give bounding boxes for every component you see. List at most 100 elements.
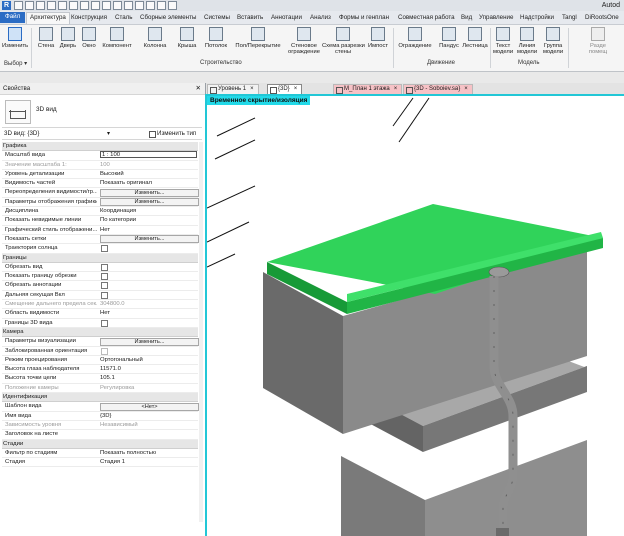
- property-row[interactable]: Имя вида {3D}: [2, 412, 198, 421]
- property-row[interactable]: Заголовок на листе: [2, 430, 198, 440]
- edit-type-button[interactable]: Изменить тип: [157, 130, 196, 137]
- property-section-header[interactable]: Камера: [2, 327, 198, 338]
- scale-input[interactable]: 1 : 100: [100, 151, 197, 159]
- property-row[interactable]: Границы 3D вида: [2, 319, 198, 328]
- revit-logo-icon[interactable]: R: [2, 1, 11, 10]
- close-icon[interactable]: ×: [250, 86, 254, 92]
- 3d-model-canvas[interactable]: [207, 96, 624, 536]
- roof-button[interactable]: Крыша: [175, 27, 199, 61]
- property-row[interactable]: Параметры отображения графики Изменить...: [2, 198, 199, 208]
- property-value[interactable]: 100: [100, 161, 110, 169]
- property-row[interactable]: Обрезать вид: [2, 263, 198, 273]
- view-tab-level-1[interactable]: Уровень 1 ×: [207, 84, 259, 94]
- chevron-down-icon[interactable]: ▾: [107, 130, 110, 137]
- property-value[interactable]: {3D}: [100, 412, 111, 420]
- property-value[interactable]: Показать полностью: [100, 449, 156, 457]
- curtain-grid-button[interactable]: Схема разрезки стены: [322, 27, 365, 61]
- property-value[interactable]: Стадия 1: [100, 458, 125, 466]
- property-section-header[interactable]: Границы: [2, 253, 198, 263]
- checkbox[interactable]: [101, 263, 108, 271]
- property-row[interactable]: Заблокированная ориентация: [2, 347, 198, 356]
- modify-button[interactable]: Изменить: [2, 27, 28, 61]
- tab-architecture[interactable]: Архитектура: [26, 12, 70, 24]
- tab-collaborate[interactable]: Совместная работа: [398, 13, 455, 23]
- property-row[interactable]: Область видимости Нет: [2, 309, 198, 319]
- close-icon[interactable]: ×: [464, 86, 468, 92]
- properties-scrollbar[interactable]: [199, 142, 203, 522]
- property-value[interactable]: 304800.0: [100, 300, 125, 308]
- edit-button[interactable]: Изменить...: [100, 235, 199, 244]
- switch-windows-icon[interactable]: [168, 1, 177, 10]
- tab-addins[interactable]: Надстройки: [520, 13, 554, 23]
- view-tab-3d-user[interactable]: {3D - Soboiev.sa} ×: [403, 84, 473, 94]
- property-value[interactable]: По категории: [100, 216, 136, 224]
- wall-button[interactable]: Стена: [35, 27, 57, 61]
- property-row[interactable]: Показать невидимые линии По категории: [2, 216, 198, 226]
- property-value[interactable]: Независимый: [100, 421, 138, 429]
- tab-steel[interactable]: Сталь: [115, 13, 133, 23]
- property-value[interactable]: Высокий: [100, 170, 124, 178]
- property-row[interactable]: Обрезать аннотации: [2, 281, 198, 291]
- tab-analyze[interactable]: Анализ: [310, 13, 331, 23]
- property-row[interactable]: Видимость частей Показать оригинал: [2, 179, 198, 189]
- property-section-header[interactable]: Стадии: [2, 439, 198, 449]
- text-icon[interactable]: [113, 1, 122, 10]
- model-group-button[interactable]: Группа модели: [540, 27, 566, 61]
- edit-button[interactable]: <Нет>: [100, 402, 199, 411]
- redo-icon[interactable]: [58, 1, 67, 10]
- checkbox[interactable]: [101, 347, 108, 355]
- undo-icon[interactable]: [47, 1, 56, 10]
- tab-systems[interactable]: Системы: [204, 13, 230, 23]
- tab-structure[interactable]: Конструкция: [71, 13, 107, 23]
- 3d-view-icon[interactable]: [124, 1, 133, 10]
- section-icon[interactable]: [135, 1, 144, 10]
- door-button[interactable]: Дверь: [58, 27, 78, 61]
- tab-tangl[interactable]: Tangl: [562, 13, 577, 23]
- property-row[interactable]: Высота точки цели 105.1: [2, 374, 198, 384]
- property-row[interactable]: Смещение дальнего предела сек... 304800.0: [2, 300, 198, 310]
- property-row[interactable]: Положение камеры Регулировка: [2, 384, 198, 394]
- tab-annotate[interactable]: Аннотации: [271, 13, 302, 23]
- edit-button[interactable]: Изменить...: [100, 188, 199, 197]
- edit-button[interactable]: Изменить...: [100, 337, 199, 346]
- room-separator-button[interactable]: Разде помещ: [574, 27, 622, 61]
- property-value[interactable]: Ортогональный: [100, 356, 143, 364]
- stair-button[interactable]: Лестница: [461, 27, 489, 61]
- tab-file[interactable]: Файл: [0, 12, 26, 23]
- thin-lines-icon[interactable]: [146, 1, 155, 10]
- close-windows-icon[interactable]: [157, 1, 166, 10]
- property-row[interactable]: Шаблон вида <Нет>: [2, 402, 199, 412]
- edit-button[interactable]: Изменить...: [100, 198, 199, 207]
- tab-insert[interactable]: Вставить: [237, 13, 263, 23]
- property-value[interactable]: Координация: [100, 207, 136, 215]
- floor-button[interactable]: Пол/Перекрытие: [232, 27, 284, 61]
- panel-select-label[interactable]: Выбор ▾: [4, 60, 27, 67]
- property-row[interactable]: Фильтр по стадиям Показать полностью: [2, 449, 198, 459]
- property-row[interactable]: Показать границу обрезки: [2, 272, 198, 282]
- curtain-system-button[interactable]: Стеновое ограждение: [287, 27, 321, 61]
- mullion-button[interactable]: Импост: [366, 27, 390, 61]
- view-tab-floor-plan[interactable]: М_План 1 этажа ×: [333, 84, 403, 94]
- checkbox[interactable]: [101, 273, 108, 281]
- close-icon[interactable]: ✕: [196, 84, 201, 92]
- save-icon[interactable]: [25, 1, 34, 10]
- tab-view[interactable]: Вид: [461, 13, 472, 23]
- dimension-icon[interactable]: [91, 1, 100, 10]
- checkbox[interactable]: [101, 282, 108, 290]
- property-row[interactable]: Дальняя секущая Вкл: [2, 291, 198, 301]
- property-row[interactable]: Траектория солнца: [2, 244, 198, 254]
- print-icon[interactable]: [69, 1, 78, 10]
- tab-precast[interactable]: Сборные элементы: [140, 13, 196, 23]
- tab-massing[interactable]: Формы и генплан: [339, 13, 389, 23]
- measure-icon[interactable]: [80, 1, 89, 10]
- ceiling-button[interactable]: Потолок: [203, 27, 229, 61]
- model-line-button[interactable]: Линия модели: [515, 27, 539, 61]
- property-value[interactable]: Показать оригинал: [100, 179, 152, 187]
- instance-selector[interactable]: 3D вид: {3D}: [4, 130, 39, 137]
- railing-button[interactable]: Ограждение: [396, 27, 434, 61]
- property-row[interactable]: Стадия Стадия 1: [2, 458, 198, 468]
- ramp-button[interactable]: Пандус: [437, 27, 461, 61]
- property-section-header[interactable]: Графика: [2, 142, 198, 152]
- checkbox[interactable]: [101, 245, 108, 253]
- close-icon[interactable]: ×: [394, 86, 398, 92]
